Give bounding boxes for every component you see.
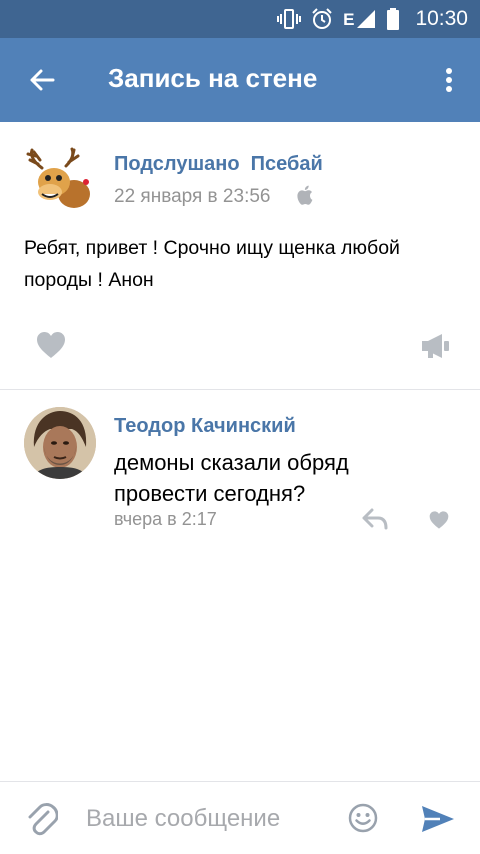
page-title: Запись на стене (108, 63, 318, 93)
signal-icon (357, 10, 376, 28)
comment-text: демоны сказали обряд провести сегодня? (114, 450, 349, 506)
alarm-icon (312, 8, 332, 29)
reply-icon[interactable] (362, 508, 388, 530)
heart-icon[interactable] (35, 330, 67, 360)
post-text: Ребят, привет ! Срочно ищу щенка любой п… (24, 237, 400, 291)
arrow-left-icon (30, 69, 55, 91)
signal-indicator: E (343, 8, 377, 30)
moose-logo-icon (26, 147, 90, 208)
more-button[interactable] (434, 60, 464, 100)
network-type-label: E (343, 10, 355, 29)
more-vertical-icon (446, 68, 452, 92)
post-divider (0, 389, 480, 390)
battery-icon (387, 8, 400, 30)
community-avatar[interactable] (24, 146, 96, 218)
post-date: 22 января в 23:56 (114, 186, 271, 207)
message-input[interactable] (84, 796, 338, 842)
app-header: Запись на стене (0, 38, 480, 122)
post-author-link[interactable]: Подслушано Псебай (114, 153, 323, 176)
paperclip-icon[interactable] (26, 802, 58, 836)
apple-icon (297, 185, 313, 205)
status-time: 10:30 (415, 7, 468, 30)
commenter-photo (24, 407, 96, 479)
send-icon[interactable] (420, 804, 456, 834)
vibrate-icon (277, 9, 302, 29)
status-icons: E 10:30 (277, 0, 468, 38)
back-button[interactable] (22, 60, 62, 100)
comment-time: вчера в 2:17 (114, 509, 217, 529)
commenter-avatar[interactable] (24, 407, 96, 479)
heart-icon[interactable] (428, 510, 450, 530)
composer-divider (0, 781, 480, 782)
megaphone-icon[interactable] (420, 332, 450, 360)
smile-icon[interactable] (348, 803, 378, 833)
comment-author-link[interactable]: Теодор Качинский (114, 415, 296, 438)
status-bar: E 10:30 (0, 0, 480, 38)
